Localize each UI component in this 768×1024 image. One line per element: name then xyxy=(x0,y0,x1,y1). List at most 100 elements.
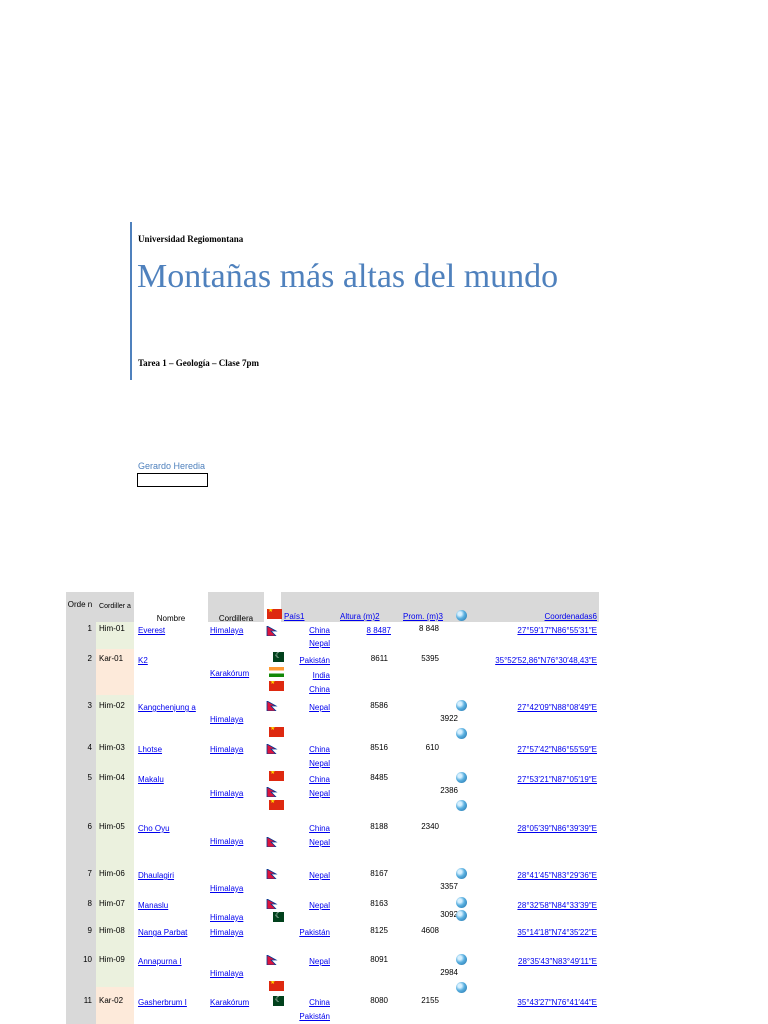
author-date-field[interactable] xyxy=(137,473,208,487)
row-11-altura: 8080 xyxy=(370,996,388,1005)
row-3-cordillera-link[interactable]: Himalaya xyxy=(210,714,243,725)
nepal-flag-icon xyxy=(266,899,281,909)
row-4-pais-1-link[interactable]: China xyxy=(284,744,330,755)
row-11-pais-1-link[interactable]: China xyxy=(284,997,330,1008)
row-10-coord-link[interactable]: 28°35′43″N83°49′11″E xyxy=(446,956,597,967)
row-5-nombre-link[interactable]: Makalu xyxy=(138,774,164,785)
globe-icon xyxy=(456,910,467,921)
row-8-coord-link[interactable]: 28°32′58″N84°33′39″E xyxy=(446,900,597,911)
row-11-orden: 11 xyxy=(83,996,92,1005)
row-4-altura: 8516 xyxy=(370,743,388,752)
row-6-nombre-link[interactable]: Cho Oyu xyxy=(138,823,170,834)
row-9-pais-link[interactable]: Pakistán xyxy=(284,927,330,938)
row-7-pais-link[interactable]: Nepal xyxy=(284,870,330,881)
header-orden: Orde n xyxy=(67,600,93,609)
row-6-cordillera-link[interactable]: Himalaya xyxy=(210,836,243,847)
row-11-code: Kar-02 xyxy=(99,996,124,1005)
row-4-cordillera-link[interactable]: Himalaya xyxy=(210,744,243,755)
header-cordillera: Cordillera xyxy=(218,614,254,623)
row-4-nombre-link[interactable]: Lhotse xyxy=(138,744,162,755)
pakistan-flag-icon xyxy=(269,652,284,662)
nepal-flag-icon xyxy=(266,744,281,754)
row-5-cordillera-link[interactable]: Himalaya xyxy=(210,788,243,799)
organization-name: Universidad Regiomontana xyxy=(138,234,244,244)
row-8-cordillera-link[interactable]: Himalaya xyxy=(210,912,243,923)
row-9-altura: 8125 xyxy=(370,926,388,935)
row-10-prom: 2984 xyxy=(440,968,458,977)
row-1-pais-2-link[interactable]: Nepal xyxy=(284,638,330,649)
row-10-altura: 8091 xyxy=(370,955,388,964)
row-8-pais-link[interactable]: Nepal xyxy=(284,900,330,911)
row-5-pais-2-link[interactable]: Nepal xyxy=(284,788,330,799)
row-5-code: Him-04 xyxy=(99,773,125,782)
row-1-altura-link[interactable]: 8 8487 xyxy=(340,625,391,636)
row-9-nombre-link[interactable]: Nanga Parbat xyxy=(138,927,187,938)
header-coordenadas-link[interactable]: Coordenadas6 xyxy=(506,611,597,622)
row-2-cordillera-link[interactable]: Karakórum xyxy=(210,668,249,679)
row-8-nombre-link[interactable]: Manaslu xyxy=(138,900,168,911)
row-3-nombre-link[interactable]: Kangchenjung a xyxy=(138,702,206,713)
row-6-pais-2-link[interactable]: Nepal xyxy=(284,837,330,848)
pakistan-flag-icon xyxy=(269,912,284,922)
header-prom-link[interactable]: Prom. (m)3 xyxy=(403,611,443,622)
row-5-orden: 5 xyxy=(87,773,92,782)
row-7-prom: 3357 xyxy=(440,882,458,891)
row-7-nombre-link[interactable]: Dhaulagiri xyxy=(138,870,174,881)
row-2-nombre-link[interactable]: K2 xyxy=(138,655,148,666)
china-flag-icon xyxy=(269,727,284,737)
row-10-nombre-link[interactable]: Annapurna I xyxy=(138,956,182,967)
row-5-prom: 2386 xyxy=(440,786,458,795)
row-8-orden: 8 xyxy=(87,899,92,908)
row-2-pais-3-link[interactable]: China xyxy=(284,684,330,695)
row-2-altura: 8611 xyxy=(370,654,388,663)
row-1-cordillera-link[interactable]: Himalaya xyxy=(210,625,243,636)
header-nombre: Nombre xyxy=(156,614,186,623)
row-5-coord-link[interactable]: 27°53′21″N87°05′19″E xyxy=(446,774,597,785)
row-4-coord-link[interactable]: 27°57′42″N86°55′59″E xyxy=(446,744,597,755)
china-flag-icon xyxy=(269,800,284,810)
row-7-coord-link[interactable]: 28°41′45″N83°29′36″E xyxy=(446,870,597,881)
row-4-code: Him-03 xyxy=(99,743,125,752)
china-flag-icon xyxy=(267,609,282,619)
row-1-coord-link[interactable]: 27°59′17″N86°55′31″E xyxy=(446,625,597,636)
header-altura-link[interactable]: Altura (m)2 xyxy=(340,611,380,622)
row-6-prom: 2340 xyxy=(421,822,439,831)
row-1-nombre-link[interactable]: Everest xyxy=(138,625,165,636)
row-1-pais-1-link[interactable]: China xyxy=(284,625,330,636)
row-11-nombre-link[interactable]: Gasherbrum I xyxy=(138,997,187,1008)
row-5-pais-1-link[interactable]: China xyxy=(284,774,330,785)
row-7-orden: 7 xyxy=(87,869,92,878)
row-2-pais-1-link[interactable]: Pakistán xyxy=(284,655,330,666)
row-3-pais-link[interactable]: Nepal xyxy=(284,702,330,713)
row-9-prom: 4608 xyxy=(421,926,439,935)
nepal-flag-icon xyxy=(266,787,281,797)
row-2-coord-link[interactable]: 35°52′52,86″N76°30′48,43″E xyxy=(446,655,597,666)
row-4-orden: 4 xyxy=(87,743,92,752)
row-8-code: Him-07 xyxy=(99,899,125,908)
row-2-pais-2-link[interactable]: India xyxy=(284,670,330,681)
row-2-code: Kar-01 xyxy=(99,654,124,663)
row-10-cordillera-link[interactable]: Himalaya xyxy=(210,968,243,979)
row-6-coord-link[interactable]: 28°05′39″N86°39′39″E xyxy=(446,823,597,834)
row-1-prom: 8 848 xyxy=(418,624,439,633)
row-9-coord-link[interactable]: 35°14′18″N74°35′22″E xyxy=(446,927,597,938)
row-10-pais-link[interactable]: Nepal xyxy=(284,956,330,967)
row-11-coord-link[interactable]: 35°43′27″N76°41′44″E xyxy=(446,997,597,1008)
row-11-cordillera-link[interactable]: Karakórum xyxy=(210,997,249,1008)
header-cordillera-code: Cordiller a xyxy=(99,603,131,610)
row-7-cordillera-link[interactable]: Himalaya xyxy=(210,883,243,894)
row-1-orden: 1 xyxy=(87,624,92,633)
header-pais-link[interactable]: País1 xyxy=(284,611,304,622)
row-9-orden: 9 xyxy=(87,926,92,935)
author-name: Gerardo Heredia xyxy=(138,461,206,471)
row-3-altura: 8586 xyxy=(370,701,388,710)
row-6-orden: 6 xyxy=(87,822,92,831)
row-7-altura: 8167 xyxy=(370,869,388,878)
row-4-prom: 610 xyxy=(425,743,439,752)
row-6-pais-1-link[interactable]: China xyxy=(284,823,330,834)
row-3-coord-link[interactable]: 27°42′09″N88°08′49″E xyxy=(446,702,597,713)
row-11-pais-2-link[interactable]: Pakistán xyxy=(284,1011,330,1022)
row-9-cordillera-link[interactable]: Himalaya xyxy=(210,927,243,938)
row-3-prom: 3922 xyxy=(440,714,458,723)
row-4-pais-2-link[interactable]: Nepal xyxy=(284,758,330,769)
